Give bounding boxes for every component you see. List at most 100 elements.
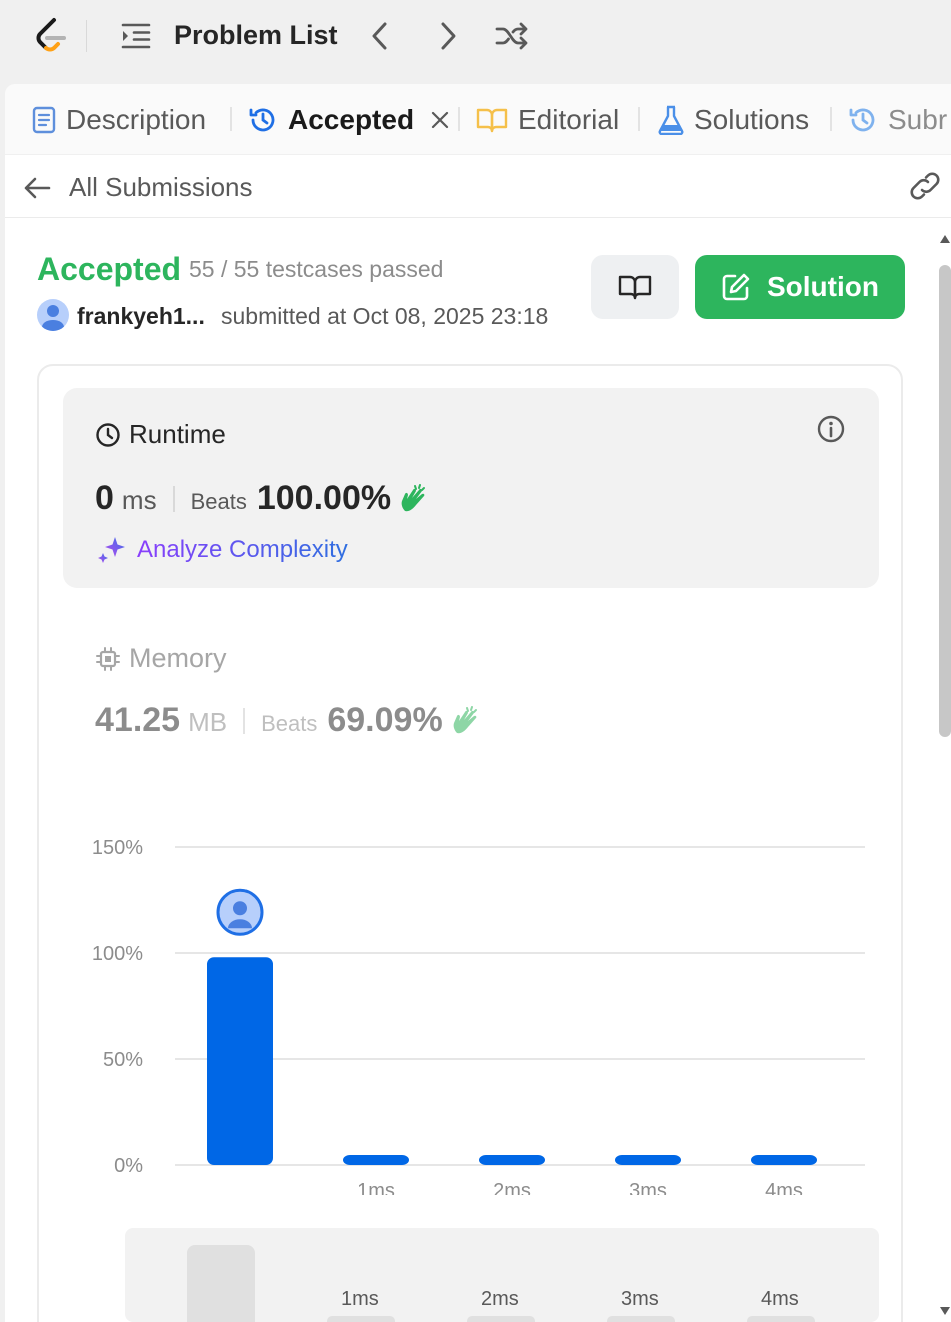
- chart-overview[interactable]: 1ms 2ms 3ms 4ms: [125, 1228, 879, 1322]
- y-tick-label: 150%: [92, 837, 143, 859]
- your-position-avatar: [216, 888, 264, 936]
- y-tick-label: 100%: [92, 943, 143, 965]
- clock-icon: [96, 422, 120, 447]
- book-icon: [476, 108, 508, 133]
- scrollbar[interactable]: [937, 232, 951, 1322]
- tab-label: Solutions: [694, 104, 810, 135]
- problem-list-link[interactable]: Problem List: [174, 20, 338, 51]
- shuffle-icon: [495, 22, 528, 50]
- tab-label: Subr: [888, 104, 948, 135]
- y-tick-label: 0%: [114, 1155, 143, 1177]
- tab-label: Description: [66, 104, 207, 135]
- runtime-beats-value: 100.00%: [256, 479, 392, 517]
- avatar[interactable]: [37, 299, 69, 331]
- runtime-beats-label: Beats: [190, 489, 247, 514]
- tab-description[interactable]: Description: [32, 100, 206, 140]
- scrollbar-thumb[interactable]: [939, 265, 951, 737]
- leetcode-logo[interactable]: [30, 16, 70, 56]
- tab-label: Accepted: [288, 104, 415, 135]
- scroll-up-icon: [940, 235, 950, 243]
- runtime-distribution-chart: 150% 100% 50% 0% 1ms 2ms 3ms 4ms: [92, 837, 865, 1195]
- memory-unit: MB: [188, 707, 228, 737]
- tab-separator: [638, 107, 640, 131]
- overview-bar: [467, 1316, 535, 1322]
- tab-label: Editorial: [518, 104, 620, 135]
- description-icon: [32, 106, 56, 134]
- memory-title: Memory: [129, 643, 227, 673]
- divider: [86, 20, 87, 52]
- book-open-icon: [618, 275, 652, 300]
- top-bar: Problem List: [0, 0, 951, 78]
- info-icon[interactable]: [817, 415, 845, 443]
- submitted-time: submitted at Oct 08, 2025 23:18: [221, 303, 549, 329]
- clap-icon: [453, 705, 477, 733]
- runtime-value: 0: [95, 479, 114, 517]
- history-icon: [249, 108, 275, 132]
- clap-icon: [401, 483, 426, 511]
- x-tick-label: 3ms: [629, 1180, 667, 1195]
- close-icon[interactable]: [430, 110, 450, 130]
- link-icon[interactable]: [907, 171, 943, 201]
- tab-submissions[interactable]: Subr: [848, 100, 948, 140]
- solution-button-label: Solution: [767, 271, 879, 302]
- memory-label[interactable]: Memory: [95, 643, 227, 674]
- runtime-stats: 0 ms Beats 100.00%: [95, 479, 429, 518]
- chart-bar[interactable]: [207, 957, 273, 1165]
- random-problem-button[interactable]: [494, 18, 530, 54]
- chart-bar[interactable]: [751, 1155, 817, 1165]
- submission-panel: All Submissions Accepted 55 / 55 testcas…: [5, 155, 951, 1322]
- x-tick-label: 1ms: [357, 1180, 395, 1195]
- all-submissions-label: All Submissions: [69, 172, 253, 202]
- overview-tick-label: 2ms: [481, 1288, 519, 1310]
- chart-bar[interactable]: [615, 1155, 681, 1165]
- runtime-unit: ms: [121, 485, 157, 515]
- notes-button[interactable]: [591, 255, 679, 319]
- analyze-complexity-link[interactable]: Analyze Complexity: [97, 535, 348, 565]
- runtime-title: Runtime: [129, 419, 226, 449]
- memory-value: 41.25: [95, 701, 181, 739]
- overview-bar: [187, 1245, 255, 1322]
- overview-bar: [747, 1316, 815, 1322]
- chart-bar[interactable]: [343, 1155, 409, 1165]
- scroll-down-icon: [940, 1307, 950, 1315]
- tab-accepted[interactable]: Accepted: [248, 100, 450, 140]
- memory-beats-label: Beats: [261, 711, 318, 736]
- x-tick-label: 4ms: [765, 1180, 803, 1195]
- prev-problem-button[interactable]: [362, 18, 398, 54]
- arrow-left-icon: [24, 177, 51, 198]
- overview-tick-label: 1ms: [341, 1288, 379, 1310]
- overview-tick-label: 3ms: [621, 1288, 659, 1310]
- submission-status: Accepted: [37, 251, 182, 287]
- tab-separator: [830, 107, 832, 131]
- chip-icon: [96, 646, 120, 671]
- x-tick-label: 2ms: [493, 1180, 531, 1195]
- overview-bar: [607, 1316, 675, 1322]
- divider: [172, 485, 175, 512]
- tab-solutions[interactable]: Solutions: [658, 100, 809, 140]
- sparkle-icon: [98, 537, 125, 563]
- username[interactable]: frankyeh1...: [77, 303, 205, 330]
- overview-bar: [327, 1316, 395, 1322]
- analyze-complexity-label: Analyze Complexity: [137, 536, 348, 563]
- y-tick-label: 50%: [103, 1049, 143, 1071]
- history-icon: [849, 108, 875, 132]
- chart-bar[interactable]: [479, 1155, 545, 1165]
- tab-editorial[interactable]: Editorial: [476, 100, 619, 140]
- flask-icon: [658, 105, 684, 135]
- tab-separator: [458, 107, 460, 131]
- edit-icon: [722, 273, 750, 301]
- testcases-passed: 55 / 55 testcases passed: [189, 256, 444, 282]
- chevron-right-icon: [441, 22, 456, 50]
- memory-stats: 41.25 MB Beats 69.09%: [95, 701, 481, 740]
- runtime-label: Runtime: [95, 419, 226, 450]
- tab-separator: [230, 107, 232, 131]
- all-submissions-back[interactable]: All Submissions: [23, 172, 253, 203]
- list-indent-icon[interactable]: [120, 22, 152, 50]
- solution-button[interactable]: Solution: [695, 255, 905, 319]
- memory-beats-value: 69.09%: [327, 701, 443, 739]
- divider: [243, 707, 246, 734]
- user-icon: [42, 305, 64, 331]
- next-problem-button[interactable]: [430, 18, 466, 54]
- chevron-left-icon: [372, 22, 387, 50]
- overview-tick-label: 4ms: [761, 1288, 799, 1310]
